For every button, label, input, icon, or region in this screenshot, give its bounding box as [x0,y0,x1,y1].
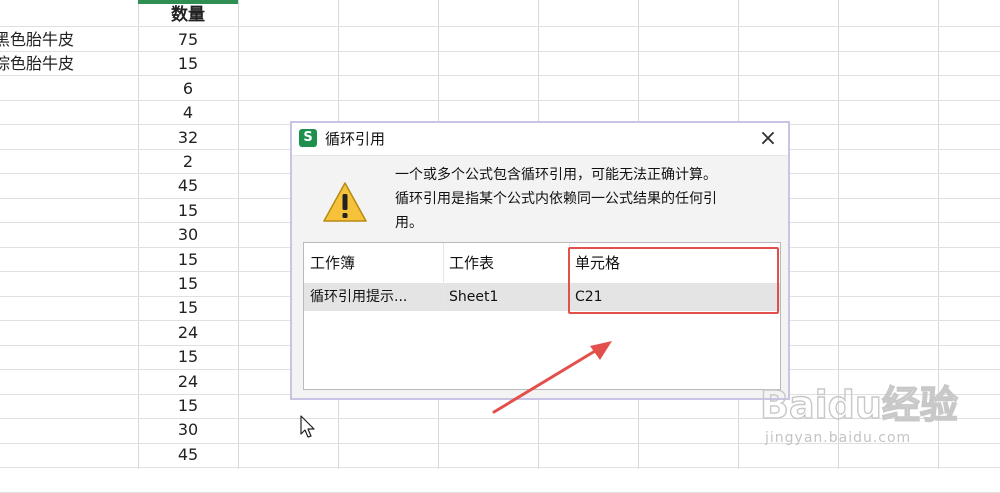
cell-quantity[interactable]: 24 [138,370,238,394]
cell-quantity[interactable]: 15 [138,345,238,369]
cell-quantity[interactable]: 15 [138,248,238,272]
dialog-title: 循环引用 [325,130,386,148]
grid-line [238,0,239,469]
dialog-titlebar[interactable]: S 循环引用 × [292,123,788,156]
table-cell-sheet[interactable]: Sheet1 [443,283,569,311]
watermark-brand-text: Baidu经验 [760,383,958,427]
grid-line [0,491,1000,493]
cell-quantity[interactable]: 75 [138,28,238,52]
cell-quantity[interactable]: 32 [138,126,238,150]
column-header-quantity[interactable]: 数量 [138,3,238,27]
mouse-pointer-icon [300,415,315,438]
cell-quantity[interactable]: 30 [138,223,238,247]
grid-line [0,467,1000,468]
table-cell-workbook[interactable]: 循环引用提示... [304,283,443,311]
message-line: 循环引用是指某个公式内依赖同一公式结果的任何引 [395,191,717,207]
cell-quantity[interactable]: 4 [138,101,238,125]
close-button[interactable]: × [756,127,780,151]
cell-quantity[interactable]: 30 [138,418,238,442]
table-header-sheet[interactable]: 工作表 [443,243,569,283]
cell-quantity[interactable]: 15 [138,296,238,320]
table-header-workbook[interactable]: 工作簿 [304,243,443,283]
wps-spreadsheet-icon: S [299,129,317,147]
cell-quantity[interactable]: 15 [138,199,238,223]
column-divider [443,243,444,311]
cell-label-brown-leather[interactable]: 棕色胎牛皮 [0,52,74,76]
message-line: 用。 [395,215,423,231]
cell-quantity[interactable]: 24 [138,321,238,345]
cell-quantity[interactable]: 15 [138,52,238,76]
warning-icon [323,182,367,222]
cell-quantity[interactable]: 45 [138,174,238,198]
cell-label-black-leather[interactable]: 黑色胎牛皮 [0,28,74,52]
baidu-watermark-logo: Baidu经验 [759,382,958,427]
annotation-arrow-icon [492,341,612,414]
message-line: 一个或多个公式包含循环引用，可能无法正确计算。 [395,167,717,183]
cell-quantity[interactable]: 15 [138,394,238,418]
cell-quantity[interactable]: 6 [138,77,238,101]
annotation-highlight-box [568,247,779,314]
cell-quantity[interactable]: 15 [138,272,238,296]
dialog-message: 一个或多个公式包含循环引用，可能无法正确计算。 循环引用是指某个公式内依赖同一公… [395,163,785,235]
cell-quantity[interactable]: 2 [138,150,238,174]
cell-quantity[interactable]: 45 [138,443,238,467]
watermark-url: jingyan.baidu.com [765,430,912,446]
